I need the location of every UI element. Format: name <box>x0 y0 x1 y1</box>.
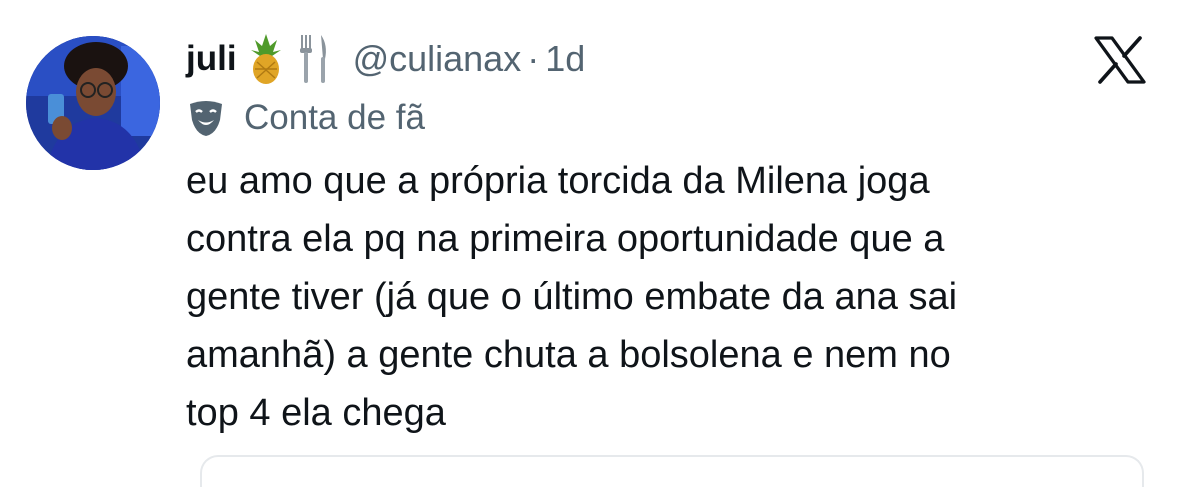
tweet-timestamp[interactable]: 1d <box>545 38 585 80</box>
avatar-image <box>26 36 160 170</box>
tweet-text: eu amo que a própria torcida da Milena j… <box>186 160 958 434</box>
x-logo-icon[interactable] <box>1094 36 1146 84</box>
tweet-header: juli @culianax · 1d <box>186 30 585 88</box>
avatar[interactable] <box>26 36 160 170</box>
label-text: Conta de fã <box>244 98 425 137</box>
separator-dot: · <box>527 38 540 79</box>
quoted-card-edge[interactable] <box>200 455 1144 487</box>
fork-knife-icon <box>297 33 331 85</box>
tweet-card: juli @culianax · 1d Conta de fã eu amo q… <box>0 0 1179 487</box>
account-label: Conta de fã <box>186 96 425 140</box>
theater-masks-icon <box>186 98 226 138</box>
pineapple-icon <box>249 34 283 84</box>
author-handle[interactable]: @culianax <box>353 38 522 80</box>
author-name[interactable]: juli <box>186 39 237 79</box>
